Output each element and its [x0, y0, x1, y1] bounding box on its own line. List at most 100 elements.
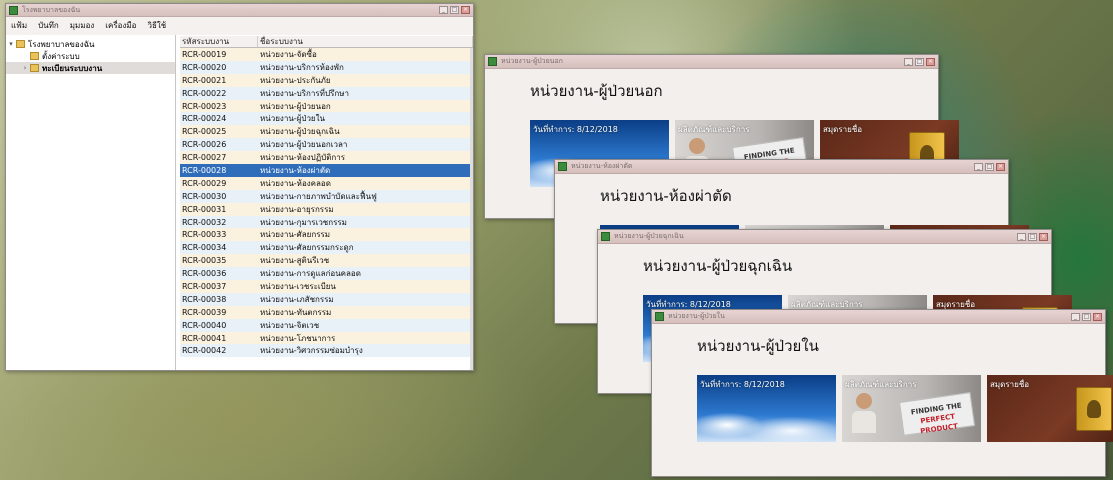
table-row[interactable]: RCR-00030 หน่วยงาน-กายภาพบำบัดและฟื้นฟู: [180, 189, 473, 203]
column-header-code[interactable]: รหัสระบบงาน: [180, 36, 258, 47]
cell-name: หน่วยงาน-จิตเวช: [260, 320, 320, 330]
dept-window-title: หน่วยงาน-ผู้ป่วยฉุกเฉิน: [614, 232, 684, 240]
table-row[interactable]: RCR-00029 หน่วยงาน-ห้องคลอด: [180, 176, 473, 190]
minimize-button[interactable]: _: [904, 57, 913, 66]
table-row[interactable]: RCR-00036 หน่วยงาน-การดูแลก่อนคลอด: [180, 267, 473, 281]
minimize-button[interactable]: _: [1071, 312, 1080, 321]
table-row[interactable]: RCR-00024 หน่วยงาน-ผู้ป่วยใน: [180, 112, 473, 126]
cell-name: หน่วยงาน-ทันตกรรม: [260, 307, 332, 317]
cell-code: RCR-00036: [182, 269, 227, 279]
table-row[interactable]: RCR-00019 หน่วยงาน-จัดซื้อ: [180, 48, 473, 61]
table-row[interactable]: RCR-00022 หน่วยงาน-บริการที่ปรึกษา: [180, 86, 473, 100]
table-row[interactable]: RCR-00035 หน่วยงาน-สูตินรีเวช: [180, 254, 473, 268]
cell-name: หน่วยงาน-สูตินรีเวช: [260, 256, 330, 266]
close-button[interactable]: ×: [461, 6, 470, 14]
products-services-label: ผลิตภัณฑ์และบริการ: [678, 125, 750, 134]
folder-icon: [16, 40, 25, 48]
dept-window-title: หน่วยงาน-ผู้ป่วยนอก: [501, 57, 563, 65]
maximize-button[interactable]: □: [450, 6, 459, 14]
cell-name: หน่วยงาน-ห้องปฏิบัติการ: [260, 153, 346, 163]
tree-root[interactable]: ▾ โรงพยาบาลของฉัน: [6, 38, 175, 50]
cell-name: หน่วยงาน-ผู้ป่วยนอก: [260, 101, 331, 111]
menu-view[interactable]: มุมมอง: [70, 19, 95, 32]
tree-item-settings[interactable]: ตั้งค่าระบบ: [6, 50, 175, 62]
grid-body: RCR-00019 หน่วยงาน-จัดซื้อ RCR-00020 หน่วยง…: [180, 48, 473, 358]
work-date-tile[interactable]: วันที่ทำการ: 8/12/2018: [697, 375, 836, 442]
maximize-button[interactable]: □: [1082, 312, 1091, 321]
table-row[interactable]: RCR-00026 หน่วยงาน-ผู้ป่วยนอกเวลา: [180, 138, 473, 152]
table-row[interactable]: RCR-00021 หน่วยงาน-ประกันภัย: [180, 73, 473, 87]
dept-titlebar[interactable]: หน่วยงาน-ผู้ป่วยฉุกเฉิน _ □ ×: [598, 230, 1051, 244]
cell-code: RCR-00028: [182, 165, 227, 175]
menu-file[interactable]: แฟ้ม: [11, 19, 27, 32]
table-row[interactable]: RCR-00037 หน่วยงาน-เวชระเบียน: [180, 280, 473, 293]
dept-heading: หน่วยงาน-ผู้ป่วยใน: [697, 337, 819, 355]
cell-code: RCR-00037: [182, 281, 227, 291]
dept-heading: หน่วยงาน-ผู้ป่วยนอก: [530, 82, 663, 100]
dept-titlebar[interactable]: หน่วยงาน-ผู้ป่วยใน _ □ ×: [652, 310, 1105, 324]
cell-name: หน่วยงาน-โภชนาการ: [260, 333, 336, 343]
dept-tiles: วันที่ทำการ: 8/12/2018 ผลิตภัณฑ์และบริกา…: [697, 375, 1113, 442]
cell-name: หน่วยงาน-จัดซื้อ: [260, 49, 317, 59]
dept-titlebar[interactable]: หน่วยงาน-ห้องผ่าตัด _ □ ×: [555, 160, 1008, 174]
table-row[interactable]: RCR-00020 หน่วยงาน-บริการห้องพัก: [180, 60, 473, 74]
table-row[interactable]: RCR-00034 หน่วยงาน-ศัลยกรรมกระดูก: [180, 241, 473, 255]
maximize-button[interactable]: □: [915, 57, 924, 66]
cell-code: RCR-00025: [182, 127, 227, 137]
directory-tile[interactable]: สมุดรายชื่อ: [987, 375, 1113, 442]
vertical-scrollbar[interactable]: [470, 48, 473, 370]
table-row[interactable]: RCR-00027 หน่วยงาน-ห้องปฏิบัติการ: [180, 151, 473, 165]
tree-item-registry[interactable]: › ทะเบียนระบบงาน: [6, 62, 175, 74]
column-header-name[interactable]: ชื่อระบบงาน: [258, 36, 473, 47]
dept-heading: หน่วยงาน-ผู้ป่วยฉุกเฉิน: [643, 257, 793, 275]
table-row[interactable]: RCR-00023 หน่วยงาน-ผู้ป่วยนอก: [180, 99, 473, 113]
minimize-button[interactable]: _: [439, 6, 448, 14]
app-icon: [558, 162, 567, 171]
cell-code: RCR-00021: [182, 75, 227, 85]
cell-code: RCR-00020: [182, 62, 227, 72]
table-row[interactable]: RCR-00033 หน่วยงาน-ศัลยกรรม: [180, 228, 473, 242]
table-row[interactable]: RCR-00031 หน่วยงาน-อายุรกรรม: [180, 202, 473, 216]
close-button[interactable]: ×: [926, 57, 935, 66]
minimize-button[interactable]: _: [1017, 232, 1026, 241]
app-icon: [488, 57, 497, 66]
cell-name: หน่วยงาน-เภสัชกรรม: [260, 294, 334, 304]
menu-tools[interactable]: เครื่องมือ: [105, 19, 136, 32]
main-titlebar[interactable]: โรงพยาบาลของฉัน _ □ ×: [6, 4, 473, 17]
table-row[interactable]: RCR-00028 หน่วยงาน-ห้องผ่าตัด: [180, 164, 473, 177]
cell-code: RCR-00041: [182, 333, 227, 343]
cell-code: RCR-00032: [182, 217, 227, 227]
cell-code: RCR-00029: [182, 178, 227, 188]
table-row[interactable]: RCR-00038 หน่วยงาน-เภสัชกรรม: [180, 292, 473, 306]
cell-name: หน่วยงาน-ศัลยกรรมกระดูก: [260, 243, 354, 253]
tree-item-label: ทะเบียนระบบงาน: [42, 63, 103, 73]
cell-code: RCR-00034: [182, 243, 227, 253]
minimize-button[interactable]: _: [974, 162, 983, 171]
product-card-image: FINDING THEPERFECT PRODUCT: [898, 392, 976, 436]
expand-arrow-icon[interactable]: ▾: [6, 40, 16, 48]
products-services-tile[interactable]: ผลิตภัณฑ์และบริการ FINDING THEPERFECT PR…: [842, 375, 981, 442]
folder-icon: [30, 64, 39, 72]
menu-help[interactable]: วิธีใช้: [147, 19, 166, 32]
close-button[interactable]: ×: [1093, 312, 1102, 321]
cell-code: RCR-00019: [182, 49, 227, 59]
cell-name: หน่วยงาน-ศัลยกรรม: [260, 230, 331, 240]
cell-code: RCR-00024: [182, 114, 227, 124]
dept-titlebar[interactable]: หน่วยงาน-ผู้ป่วยนอก _ □ ×: [485, 55, 938, 69]
close-button[interactable]: ×: [996, 162, 1005, 171]
person-with-telescope-image: [852, 393, 876, 433]
maximize-button[interactable]: □: [1028, 232, 1037, 241]
table-row[interactable]: RCR-00042 หน่วยงาน-วิศวกรรมซ่อมบำรุง: [180, 344, 473, 358]
cell-code: RCR-00026: [182, 140, 227, 150]
table-row[interactable]: RCR-00041 หน่วยงาน-โภชนาการ: [180, 331, 473, 345]
collapse-arrow-icon[interactable]: ›: [20, 64, 30, 72]
maximize-button[interactable]: □: [985, 162, 994, 171]
table-row[interactable]: RCR-00025 หน่วยงาน-ผู้ป่วยฉุกเฉิน: [180, 125, 473, 139]
close-button[interactable]: ×: [1039, 232, 1048, 241]
table-row[interactable]: RCR-00040 หน่วยงาน-จิตเวช: [180, 318, 473, 332]
menu-record[interactable]: บันทึก: [38, 19, 59, 32]
dept-window-title: หน่วยงาน-ห้องผ่าตัด: [571, 162, 633, 170]
table-row[interactable]: RCR-00032 หน่วยงาน-กุมารเวชกรรม: [180, 215, 473, 229]
table-row[interactable]: RCR-00039 หน่วยงาน-ทันตกรรม: [180, 305, 473, 319]
app-icon: [601, 232, 610, 241]
